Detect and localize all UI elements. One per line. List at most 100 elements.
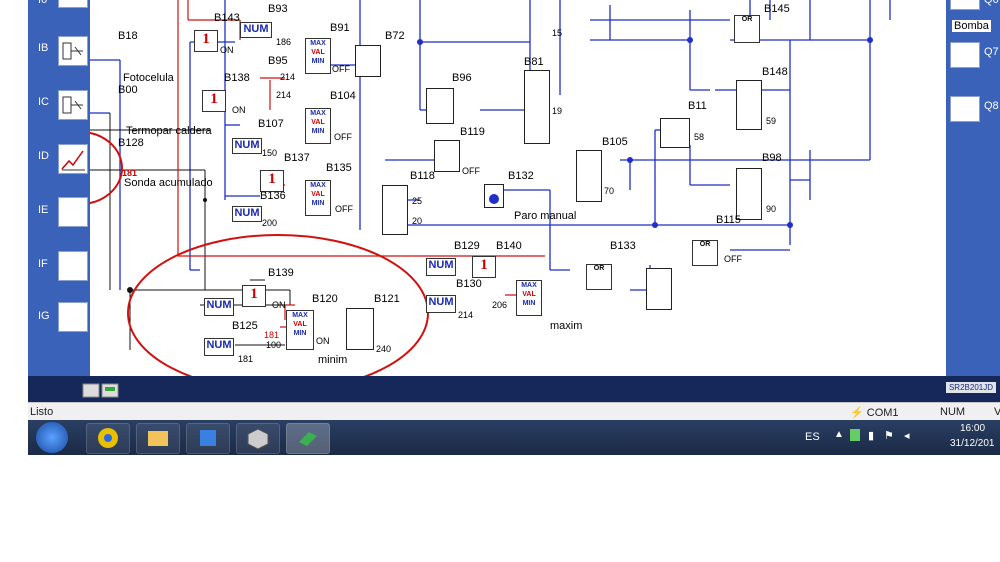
input-slot-if[interactable] <box>58 251 88 281</box>
block-label-b95: B95 <box>268 55 288 67</box>
max-min-block[interactable]: MAX VAL MIN <box>305 38 331 74</box>
num-block[interactable]: NUM <box>204 298 234 316</box>
input-slot-ig[interactable] <box>58 302 88 332</box>
timer-block-b11[interactable] <box>660 118 690 148</box>
timer-block-b98[interactable] <box>736 168 762 220</box>
num-block[interactable]: NUM <box>204 338 234 356</box>
constant-one-block[interactable]: 1 <box>472 256 496 278</box>
language-indicator[interactable]: ES <box>805 431 820 443</box>
timer-block-b135[interactable] <box>382 185 408 235</box>
zelio-app-icon <box>299 432 317 446</box>
input-label-ig: IG <box>38 310 50 322</box>
function-block-diagram[interactable]: B18 Fotocelula B00 Termopar caldera B128… <box>90 0 946 376</box>
block-label-b11: B11 <box>688 100 707 112</box>
v-indicator: V <box>994 406 1000 418</box>
value-19: 19 <box>552 106 563 116</box>
status-bar: Listo ⚡ COM1 NUM V <box>28 402 1000 421</box>
app-taskbar-button[interactable] <box>236 423 280 454</box>
value-90: 90 <box>766 204 777 214</box>
value-186: 186 <box>276 37 292 47</box>
output-label-q7: Q7 <box>984 46 999 58</box>
manual-stop-block[interactable] <box>484 184 504 208</box>
block-label-b136: B136 <box>260 190 286 202</box>
timer-block-b72[interactable] <box>355 45 381 77</box>
value-59: 59 <box>766 116 777 126</box>
off-label: OFF <box>724 254 742 264</box>
stop-button-icon <box>489 194 499 204</box>
num-lock-indicator: NUM <box>940 406 966 418</box>
explorer-taskbar-button[interactable] <box>136 423 180 454</box>
start-button[interactable] <box>36 422 68 453</box>
output-slot-q8[interactable] <box>950 96 980 122</box>
num-block[interactable]: NUM <box>240 22 272 38</box>
max-min-block[interactable]: MAX VAL MIN <box>305 180 331 216</box>
chrome-taskbar-button[interactable] <box>86 423 130 454</box>
input-slot-ic[interactable] <box>58 90 88 120</box>
block-label-b130: B130 <box>456 278 482 290</box>
input-label-if: IF <box>38 258 48 270</box>
block-label-b121: B121 <box>374 293 400 305</box>
block-label-b96: B96 <box>452 72 472 84</box>
input-slot-id[interactable] <box>58 144 88 174</box>
value-206: 206 <box>492 300 508 310</box>
timer-block-b121[interactable] <box>346 308 374 350</box>
constant-one-block[interactable]: 1 <box>202 90 226 112</box>
block-label-b00: B00 <box>118 84 138 96</box>
constant-one-block[interactable]: 1 <box>260 170 284 192</box>
on-label: ON <box>220 45 234 55</box>
off-label: OFF <box>335 204 353 214</box>
block-label-b128: B128 <box>118 137 144 149</box>
timer-block-b133[interactable] <box>646 268 672 310</box>
input-slot-ib[interactable] <box>58 36 88 66</box>
constant-one-block[interactable]: 1 <box>242 285 266 307</box>
network-icon[interactable]: ▮ <box>868 429 874 442</box>
timer-block-b148[interactable] <box>736 80 762 130</box>
zelio-taskbar-button[interactable] <box>286 423 330 454</box>
value-25: 25 <box>412 196 423 206</box>
tray-app-icon[interactable] <box>850 429 860 441</box>
clock-date[interactable]: 31/12/201 <box>950 438 995 449</box>
max-min-block[interactable]: MAX VAL MIN <box>305 108 331 144</box>
clock-time[interactable]: 16:00 <box>960 423 985 434</box>
output-label-q8: Q8 <box>984 100 999 112</box>
num-block[interactable]: NUM <box>232 138 262 154</box>
block-label-b120: B120 <box>312 293 338 305</box>
block-label-b133: B133 <box>610 240 636 252</box>
input-slot-ie[interactable] <box>58 197 88 227</box>
num-block[interactable]: NUM <box>232 206 262 222</box>
block-label-b107: B107 <box>258 118 284 130</box>
boolean-block-b96[interactable] <box>426 88 454 124</box>
max-min-block-b120[interactable]: MAX VAL MIN <box>286 310 314 350</box>
output-panel: Q6 Bomba Q7 Q8 <box>946 0 1000 376</box>
wiring-layer <box>90 0 891 376</box>
or-gate-b115[interactable]: OR <box>692 240 718 266</box>
value-15: 15 <box>552 28 563 38</box>
block-label-b148: B148 <box>762 66 788 78</box>
output-slot-q6[interactable] <box>950 0 980 10</box>
module-icon[interactable] <box>82 381 122 401</box>
timer-block-b105[interactable] <box>576 150 602 202</box>
label-maxim: maxim <box>550 320 583 332</box>
constant-one-block[interactable]: 1 <box>194 30 218 52</box>
timer-block-b81[interactable] <box>524 70 550 144</box>
output-slot-q7[interactable] <box>950 42 980 68</box>
com-port-indicator: ⚡ COM1 <box>850 406 899 419</box>
num-block[interactable]: NUM <box>426 295 456 313</box>
value-200: 200 <box>262 218 278 228</box>
analog-trend-icon <box>61 150 85 171</box>
flag-icon[interactable]: ⚑ <box>884 429 894 442</box>
media-taskbar-button[interactable] <box>186 423 230 454</box>
or-gate-b133[interactable]: OR <box>586 264 612 290</box>
volume-icon[interactable]: ◂ <box>904 429 910 442</box>
or-gate-b145[interactable]: OR <box>734 15 760 43</box>
chrome-icon <box>98 428 118 448</box>
num-block[interactable]: NUM <box>426 258 456 276</box>
max-min-block[interactable]: MAX VAL MIN <box>516 280 542 316</box>
value-58: 58 <box>694 132 705 142</box>
block-label-b81: B81 <box>524 56 544 68</box>
tray-expand-icon[interactable]: ▲ <box>834 429 844 440</box>
block-label-b140: B140 <box>496 240 522 252</box>
block-label-b125: B125 <box>232 320 258 332</box>
input-slot-i6[interactable] <box>58 0 88 8</box>
boolean-block-b118[interactable] <box>434 140 460 172</box>
